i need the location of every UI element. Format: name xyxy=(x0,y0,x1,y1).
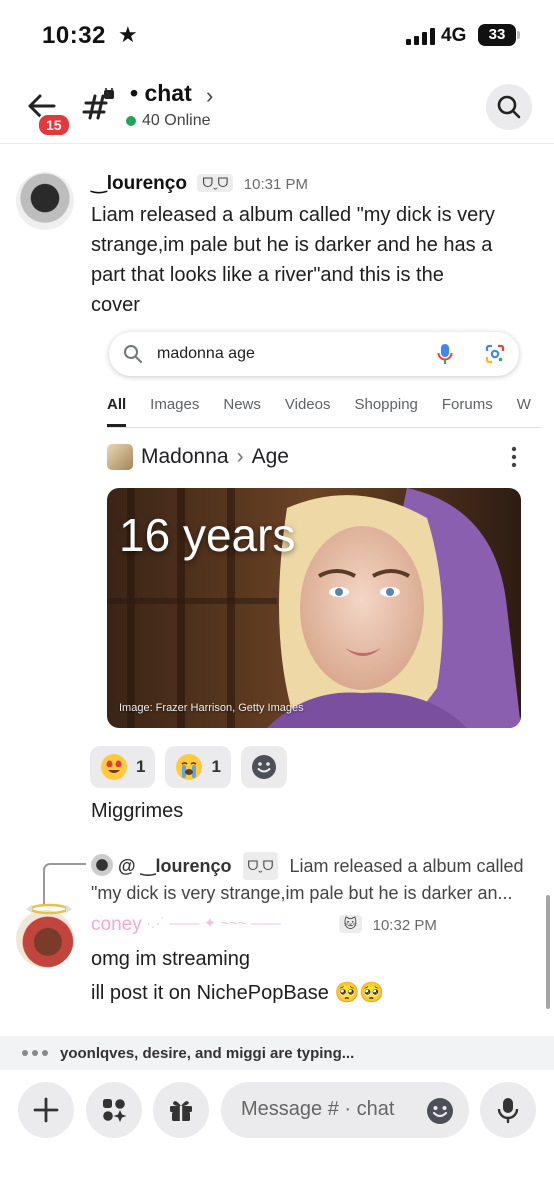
channel-header: 15 • chat › 40 Online xyxy=(0,72,554,144)
star-icon: ★ xyxy=(118,22,138,47)
search-button[interactable] xyxy=(486,84,532,130)
google-tab: W xyxy=(516,396,531,413)
message-input[interactable]: Message # · chat xyxy=(221,1082,469,1138)
reaction-pill[interactable]: 1 xyxy=(90,746,156,788)
name-decoration: ·.·˙ —— ✦ ~~~ —— xyxy=(146,915,281,932)
message-composer: Message # · chat xyxy=(0,1070,554,1199)
search-icon xyxy=(124,345,142,363)
google-tab: Shopping xyxy=(354,396,418,413)
battery-icon: 33 xyxy=(478,24,516,46)
channel-name[interactable]: • chat xyxy=(130,80,192,107)
message-content: Miggrimes xyxy=(91,800,184,822)
timestamp: 10:31 PM xyxy=(243,176,309,193)
message-content: Liam released a album called "my dick is… xyxy=(91,200,541,320)
gift-icon xyxy=(170,1101,192,1121)
avatar[interactable] xyxy=(16,172,74,230)
entity-attribute: Age xyxy=(251,445,289,468)
battery-tip xyxy=(517,31,520,39)
halo-decoration-icon xyxy=(26,903,72,915)
image-credit: Image: Frazer Harrison, Getty Images xyxy=(119,702,304,714)
plus-icon xyxy=(33,1097,59,1123)
reply-preview-text: Liam released a album called xyxy=(289,856,524,876)
google-search-bar: madonna age xyxy=(109,332,519,376)
apps-icon xyxy=(103,1099,127,1122)
attach-button[interactable] xyxy=(18,1082,74,1138)
breadcrumb-separator: › xyxy=(236,445,244,468)
reactions-bar: 1 1 xyxy=(90,746,287,788)
status-time: 10:32 xyxy=(42,22,106,49)
message-line: cover xyxy=(91,294,140,316)
reaction-count: 1 xyxy=(211,757,221,776)
heart-eyes-emoji-icon xyxy=(101,754,127,780)
more-options-icon xyxy=(511,446,517,468)
emoji-icon[interactable] xyxy=(425,1096,455,1126)
signal-icon xyxy=(406,28,435,45)
message-header: ‿lourenço ᗜˬᗜ 10:31 PM xyxy=(91,172,308,195)
reply-avatar xyxy=(91,854,113,876)
search-icon xyxy=(497,95,521,119)
google-tab: All xyxy=(107,396,127,427)
google-tabs: All Images News Videos Shopping Forums W xyxy=(107,396,541,428)
add-reaction-button[interactable] xyxy=(240,746,287,788)
reply-author: @ ‿lourenço xyxy=(118,856,232,876)
avatar[interactable] xyxy=(16,910,74,968)
reaction-pill[interactable]: 1 xyxy=(165,746,231,788)
entity-thumbnail xyxy=(107,444,133,470)
guild-tag[interactable]: 🐱 xyxy=(338,915,363,933)
author-name[interactable]: coney xyxy=(91,914,142,935)
google-tab: Images xyxy=(150,396,200,413)
notification-badge: 15 xyxy=(37,113,71,137)
message-line: Liam released a album called "my dick is… xyxy=(91,204,495,226)
message-line: part that looks like a river"and this is… xyxy=(91,264,444,286)
reply-connector xyxy=(43,863,86,904)
message-line: omg im streaming xyxy=(91,948,250,970)
google-tab: Forums xyxy=(441,396,493,413)
google-tab: News xyxy=(223,396,261,413)
reaction-count: 1 xyxy=(136,757,146,776)
author-name[interactable]: ‿lourenço xyxy=(91,173,187,194)
voice-message-button[interactable] xyxy=(480,1082,536,1138)
online-dot-icon xyxy=(126,116,136,126)
google-tab: Videos xyxy=(284,396,331,413)
status-bar: 10:32 ★ 4G 33 xyxy=(0,0,554,72)
message-line: ill post it on NichePopBase 🥺🥺 xyxy=(91,982,385,1004)
message-header: coney ·.·˙ —— ✦ ~~~ —— 🐱 10:32 PM xyxy=(91,914,437,936)
add-reaction-icon xyxy=(251,755,276,779)
microphone-icon xyxy=(437,344,453,364)
timestamp: 10:32 PM xyxy=(372,917,437,934)
answer-value: 16 years xyxy=(119,509,296,561)
chevron-right-icon[interactable]: › xyxy=(206,83,213,109)
online-label: 40 Online xyxy=(142,112,211,129)
google-query: madonna age xyxy=(157,345,255,362)
google-lens-icon xyxy=(485,344,505,364)
message-line: strange,im pale but he is darker and he … xyxy=(91,234,493,256)
locked-channel-icon xyxy=(82,88,114,120)
reply-preview-text: "my dick is very strange,im pale but he … xyxy=(91,883,513,903)
typing-indicator: yoonlqves, desire, and miggi are typing.… xyxy=(0,1036,554,1070)
typing-dots-icon xyxy=(22,1050,48,1056)
answer-image: 16 years Image: Frazer Harrison, Getty I… xyxy=(107,488,521,728)
reply-guild-tag: ᗜˬᗜ xyxy=(242,852,279,880)
scrollbar[interactable] xyxy=(546,895,550,1009)
online-count: 40 Online xyxy=(126,112,211,130)
replied-message-preview[interactable]: @ ‿lourenço ᗜˬᗜ Liam released a album ca… xyxy=(91,852,541,906)
network-label: 4G xyxy=(441,25,467,46)
gift-button[interactable] xyxy=(153,1082,209,1138)
google-entity-header: Madonna › Age xyxy=(107,444,289,470)
message-placeholder: Message # · chat xyxy=(241,1098,395,1120)
image-attachment[interactable]: madonna age All Images News Videos Shopp… xyxy=(91,318,541,738)
apps-button[interactable] xyxy=(86,1082,142,1138)
guild-tag[interactable]: ᗜˬᗜ xyxy=(197,174,234,192)
microphone-icon xyxy=(497,1098,519,1124)
message-content: omg im streaming ill post it on NichePop… xyxy=(91,942,541,1010)
entity-name: Madonna xyxy=(141,445,229,468)
typing-text: yoonlqves, desire, and miggi are typing.… xyxy=(60,1044,355,1062)
crying-emoji-icon xyxy=(176,754,203,780)
